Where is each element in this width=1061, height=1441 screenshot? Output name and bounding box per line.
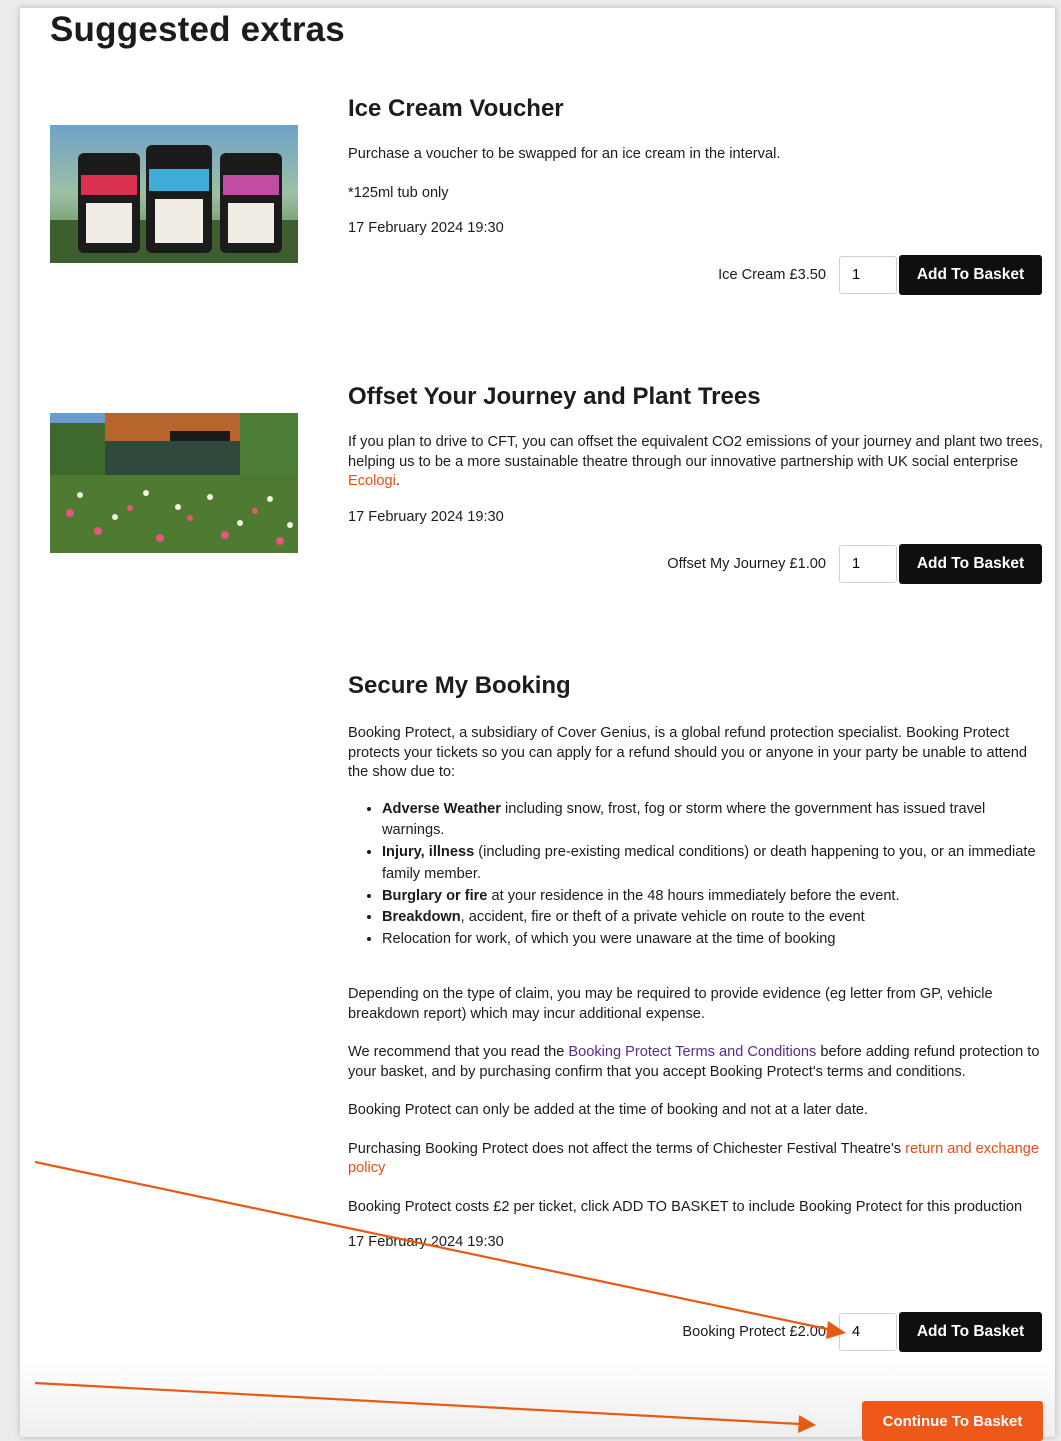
- secure-booking-add-row: Booking Protect £2.00 Add To Basket: [682, 1312, 1042, 1352]
- offset-journey-section: Offset Your Journey and Plant Trees If y…: [348, 382, 1043, 527]
- ice-cream-title: Ice Cream Voucher: [348, 95, 564, 122]
- only-at-booking-note: Booking Protect can only be added at the…: [348, 1102, 869, 1119]
- offset-description-end: .: [395, 473, 400, 489]
- offset-journey-description: If you plan to drive to CFT, you can off…: [348, 433, 1043, 492]
- reason-bold: Injury, illness: [382, 844, 475, 861]
- evidence-note: Depending on the type of claim, you may …: [348, 986, 993, 1022]
- ecologi-link[interactable]: Ecologi: [348, 473, 396, 489]
- reason-text: Relocation for work, of which you were u…: [382, 931, 836, 948]
- ice-cream-tubs-image: [50, 125, 298, 263]
- reason-bold: Adverse Weather: [382, 800, 501, 817]
- ice-cream-date: 17 February 2024 19:30: [348, 220, 504, 236]
- ice-cream-section: Ice Cream Voucher Purchase a voucher to …: [348, 94, 1043, 239]
- secure-booking-section: Secure My Booking Booking Protect, a sub…: [348, 671, 1043, 1253]
- secure-booking-date: 17 February 2024 19:30: [348, 1234, 504, 1251]
- offset-journey-add-row: Offset My Journey £1.00 Add To Basket: [667, 544, 1042, 584]
- list-item: Relocation for work, of which you were u…: [382, 929, 1043, 951]
- reason-bold: Burglary or fire: [382, 887, 488, 904]
- booking-protect-terms-link[interactable]: Booking Protect Terms and Conditions: [568, 1044, 816, 1060]
- wildflower-meadow-image: [50, 413, 298, 553]
- terms-text: We recommend that you read the: [348, 1044, 569, 1061]
- secure-booking-intro: Booking Protect, a subsidiary of Cover G…: [348, 725, 1028, 780]
- ice-cream-note: *125ml tub only: [348, 184, 449, 201]
- continue-to-basket-button[interactable]: Continue To Basket: [862, 1401, 1043, 1441]
- offset-journey-price-label: Offset My Journey £1.00: [667, 556, 826, 572]
- offset-journey-date: 17 February 2024 19:30: [348, 508, 504, 525]
- offset-journey-add-to-basket-button[interactable]: Add To Basket: [899, 544, 1042, 584]
- page-title: Suggested extras: [50, 10, 345, 49]
- offset-description-text: If you plan to drive to CFT, you can off…: [348, 434, 1043, 470]
- reason-bold: Breakdown: [382, 909, 461, 926]
- policy-note: Purchasing Booking Protect does not affe…: [348, 1140, 1043, 1179]
- reason-text: , accident, fire or theft of a private v…: [460, 909, 865, 926]
- terms-note: We recommend that you read the Booking P…: [348, 1043, 1043, 1082]
- ice-cream-description: Purchase a voucher to be swapped for an …: [348, 146, 781, 162]
- offset-journey-title: Offset Your Journey and Plant Trees: [348, 383, 761, 410]
- secure-booking-reasons-list: Adverse Weather including snow, frost, f…: [348, 799, 1043, 952]
- booking-protect-add-to-basket-button[interactable]: Add To Basket: [899, 1312, 1042, 1352]
- ice-cream-quantity-input[interactable]: [839, 256, 897, 294]
- list-item: Burglary or fire at your residence in th…: [382, 886, 1043, 908]
- offset-journey-quantity-input[interactable]: [839, 545, 897, 583]
- list-item: Adverse Weather including snow, frost, f…: [382, 799, 1043, 843]
- secure-booking-title: Secure My Booking: [348, 672, 571, 699]
- booking-protect-quantity-input[interactable]: [839, 1313, 897, 1351]
- ice-cream-price-label: Ice Cream £3.50: [718, 267, 826, 283]
- list-item: Breakdown, accident, fire or theft of a …: [382, 907, 1043, 929]
- cost-note: Booking Protect costs £2 per ticket, cli…: [348, 1198, 1023, 1215]
- reason-text: at your residence in the 48 hours immedi…: [487, 887, 900, 904]
- ice-cream-add-to-basket-button[interactable]: Add To Basket: [899, 255, 1042, 295]
- booking-protect-price-label: Booking Protect £2.00: [682, 1324, 826, 1340]
- policy-text: Purchasing Booking Protect does not affe…: [348, 1140, 906, 1157]
- list-item: Injury, illness (including pre-existing …: [382, 842, 1043, 886]
- ice-cream-add-row: Ice Cream £3.50 Add To Basket: [718, 255, 1042, 295]
- reason-text: (including pre-existing medical conditio…: [382, 844, 1036, 882]
